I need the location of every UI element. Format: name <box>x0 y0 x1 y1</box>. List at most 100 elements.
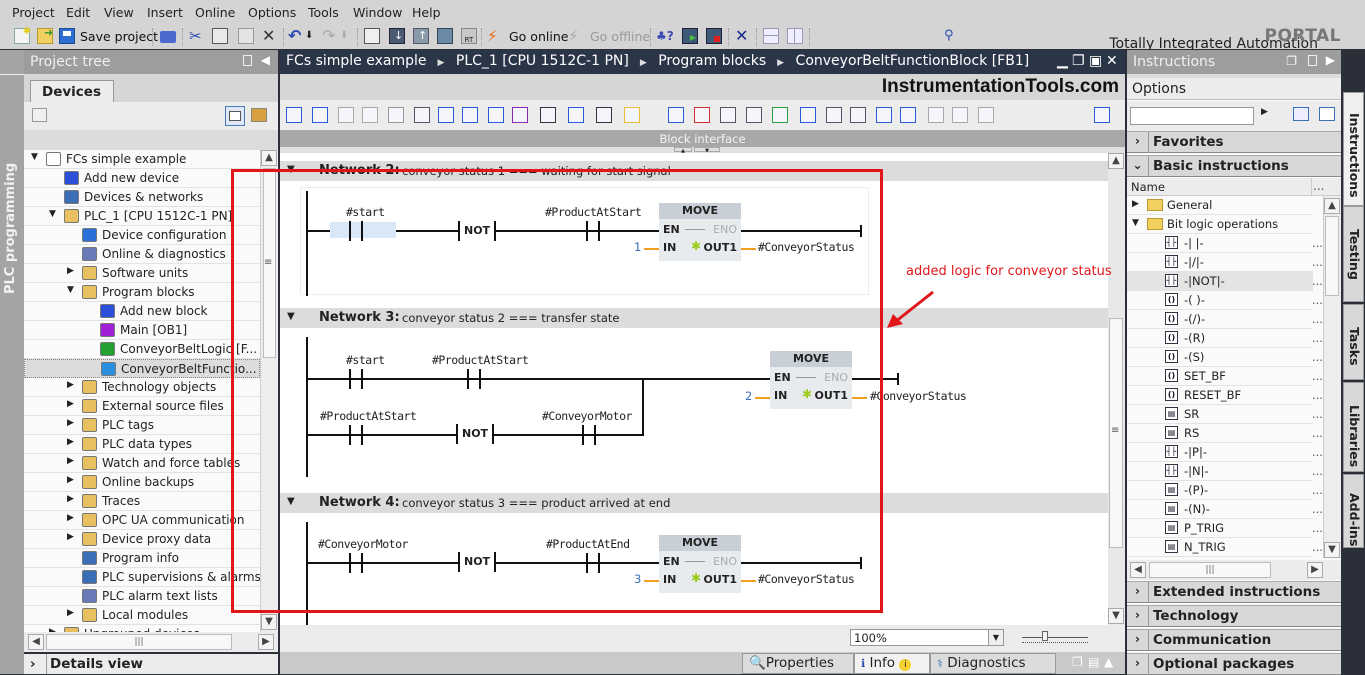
delete-network-icon[interactable] <box>312 107 328 123</box>
tree-item[interactable]: ▶ Technology objects <box>24 378 260 397</box>
new-group-icon[interactable] <box>32 108 47 122</box>
contact-product-at-start[interactable] <box>580 221 606 241</box>
float-window-icon[interactable]: ❐ <box>1286 54 1297 68</box>
scroll-up-icon[interactable]: ▲ <box>1324 198 1340 214</box>
expand-right-icon[interactable]: ▶ <box>67 380 74 390</box>
operand-label[interactable]: #ProductAtStart <box>320 409 417 423</box>
network-2-header[interactable]: ▼ Network 2: conveyor status 1 === waiti… <box>280 161 1108 181</box>
operand-label[interactable]: #ConveyorMotor <box>318 537 408 551</box>
minimize-icon[interactable]: ▁ <box>1057 53 1068 69</box>
panel-layout-icon[interactable] <box>1308 55 1317 66</box>
operand-label[interactable]: #start <box>346 205 385 219</box>
instruction-item[interactable]: ┤├ -|/|-... <box>1127 253 1323 272</box>
block-interface-bar[interactable]: Block interface <box>280 130 1125 147</box>
contact-product-at-end[interactable] <box>580 553 606 573</box>
dataset-icon[interactable] <box>978 107 994 123</box>
tree-item[interactable]: Add new block <box>24 302 260 321</box>
close-icon[interactable]: ✕ <box>1106 53 1118 69</box>
collapse-panel-icon[interactable]: ▶ <box>1326 53 1335 67</box>
redo-dropdown-icon[interactable]: ⬇ <box>340 28 356 44</box>
hscroll-thumb[interactable]: ||| <box>46 634 232 650</box>
network-overview-icon[interactable] <box>438 107 454 123</box>
go-online-button[interactable]: Go online <box>509 29 568 44</box>
move-output-var[interactable]: #ConveyorStatus <box>758 240 855 254</box>
delete-call-icon[interactable] <box>694 107 710 123</box>
tree-item[interactable]: Device configuration <box>24 226 260 245</box>
expand-right-icon[interactable]: ▶ <box>67 437 74 447</box>
scroll-left-icon[interactable]: ◀ <box>1130 562 1146 578</box>
scroll-down-icon[interactable]: ▼ <box>1108 608 1124 624</box>
start-runtime-icon[interactable]: RT <box>461 28 477 44</box>
menu-online[interactable]: Online <box>195 5 235 20</box>
scroll-up-icon[interactable]: ▲ <box>261 150 277 166</box>
tab-info[interactable]: ℹ Info i <box>854 653 930 674</box>
add-output-icon[interactable]: ✱ <box>691 571 701 585</box>
cut-icon[interactable]: ✂ <box>189 28 205 44</box>
insert-network-icon[interactable] <box>286 107 302 123</box>
instruction-item[interactable]: ▤ -(P)-... <box>1127 481 1323 500</box>
tab-add-ins[interactable]: Add-ins <box>1343 474 1364 548</box>
copy-icon[interactable] <box>212 28 228 44</box>
tree-item[interactable]: ▼ PLC_1 [CPU 1512C-1 PN] <box>24 207 260 226</box>
menu-edit[interactable]: Edit <box>66 5 90 20</box>
tab-libraries[interactable]: Libraries <box>1343 382 1364 472</box>
section-optional-packages[interactable]: › Optional packages <box>1127 653 1341 675</box>
move-input-value[interactable]: 3 <box>634 572 641 586</box>
instruction-folder[interactable]: ▶ General <box>1127 196 1313 215</box>
collapse-all-icon[interactable] <box>850 107 866 123</box>
tree-item[interactable]: ▶ Online backups <box>24 473 260 492</box>
instruction-item[interactable]: ┤├ -|N|-... <box>1127 462 1323 481</box>
expand-right-icon[interactable]: ▶ <box>1132 199 1139 209</box>
tree-item[interactable]: ▶ OPC UA communication <box>24 511 260 530</box>
project-tree-vscrollbar[interactable]: ▲ ≡ ▼ <box>260 150 278 632</box>
scroll-right-icon[interactable]: ▶ <box>258 634 274 650</box>
instruction-item[interactable]: ▤ P_TRIG... <box>1127 519 1323 538</box>
instruction-item[interactable]: () -(/)-... <box>1127 310 1323 329</box>
undo-dropdown-icon[interactable]: ⬇ <box>305 28 321 44</box>
go-to-previous-error-icon[interactable] <box>540 107 556 123</box>
menu-view[interactable]: View <box>104 5 134 20</box>
collapse-network-icon[interactable]: ▼ <box>287 164 295 175</box>
instruction-item[interactable]: ┤├ -|P|-... <box>1127 443 1323 462</box>
expand-right-icon[interactable]: ▶ <box>67 494 74 504</box>
menu-options[interactable]: Options <box>248 5 296 20</box>
tab-instructions[interactable]: Instructions <box>1343 92 1364 206</box>
overview-icon[interactable] <box>225 106 245 126</box>
ladder-canvas[interactable]: ▼ Network 2: conveyor status 1 === waiti… <box>280 153 1108 625</box>
instructions-hscrollbar[interactable]: ◀ ||| ▶ <box>1127 560 1341 580</box>
expand-down-icon[interactable]: ▼ <box>31 152 38 162</box>
tree-item[interactable]: ▶ PLC tags <box>24 416 260 435</box>
network-expand-icon[interactable] <box>568 107 584 123</box>
tree-item[interactable]: ▶ Traces <box>24 492 260 511</box>
open-project-icon[interactable]: ➜ <box>37 26 53 44</box>
zoom-slider[interactable] <box>1022 637 1088 638</box>
tree-item[interactable]: ConveyorBeltLogic [F... <box>24 340 260 359</box>
upload-icon[interactable]: ↑ <box>413 28 429 44</box>
network-3-header[interactable]: ▼ Network 3: conveyor status 2 === trans… <box>280 308 1108 328</box>
tree-item[interactable]: Online & diagnostics <box>24 245 260 264</box>
splitter-down-icon[interactable]: ▼ <box>694 147 720 154</box>
tab-testing[interactable]: Testing <box>1343 206 1364 302</box>
zoom-slider-handle[interactable] <box>1042 631 1048 641</box>
operand-label[interactable]: #start <box>346 353 385 367</box>
section-technology[interactable]: › Technology <box>1127 605 1341 627</box>
contact-start[interactable] <box>343 221 369 241</box>
scroll-down-icon[interactable]: ▼ <box>261 614 277 630</box>
tree-item[interactable]: ▶Ungrouped devices <box>24 625 260 632</box>
breadcrumb-block[interactable]: ConveyorBeltFunctionBlock [FB1] <box>796 53 1030 69</box>
not-contact[interactable]: NOT <box>458 552 497 572</box>
instruction-item[interactable]: ┤├ -|NOT|-... <box>1127 272 1323 291</box>
scroll-right-icon[interactable]: ▶ <box>1307 562 1323 578</box>
menu-tools[interactable]: Tools <box>308 5 339 20</box>
move-output-var[interactable]: #ConveyorStatus <box>758 572 855 586</box>
tree-item[interactable]: ▼ Program blocks <box>24 283 260 302</box>
instruction-item[interactable]: ▤ SR... <box>1127 405 1323 424</box>
tree-item[interactable]: ▶ Software units <box>24 264 260 283</box>
tree-item[interactable]: ▶ Local modules <box>24 606 260 625</box>
scroll-down-icon[interactable]: ▼ <box>1324 542 1340 558</box>
panel-layout-icon[interactable]: ▤ <box>1088 655 1099 669</box>
section-favorites[interactable]: › Favorites <box>1127 131 1341 153</box>
undo-icon[interactable]: ↶ <box>288 28 304 44</box>
expand-down-icon[interactable]: ▼ <box>1132 218 1139 228</box>
expand-right-icon[interactable]: ▶ <box>67 532 74 542</box>
